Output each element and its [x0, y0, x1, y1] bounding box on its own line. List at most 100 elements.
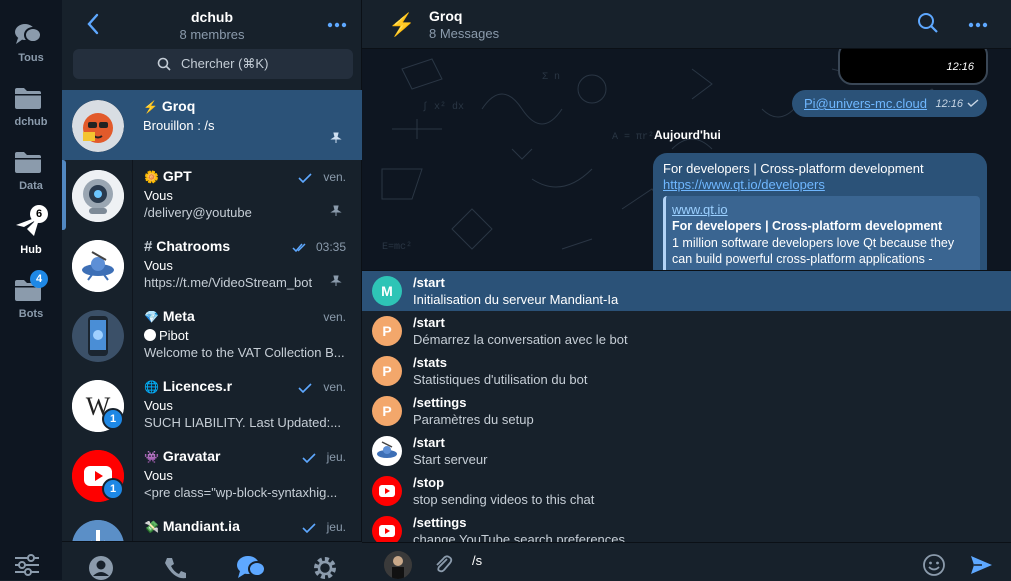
chat-name: ⚡ Groq	[143, 98, 196, 114]
preview-site[interactable]: www.qt.io	[672, 202, 728, 217]
command-name: /settings	[413, 515, 467, 530]
member-count: 8 membres	[179, 27, 245, 42]
folder-hub[interactable]: 6 Hub	[0, 205, 62, 274]
folder-data[interactable]: Data	[0, 146, 62, 210]
command-item[interactable]: M /start Initialisation du serveur Mandi…	[362, 271, 1011, 311]
message-time: 12:16	[946, 61, 974, 73]
sliders-icon[interactable]	[14, 552, 40, 578]
avatar: P	[372, 356, 402, 386]
folder-tous[interactable]: Tous	[0, 18, 62, 82]
read-check-icon	[302, 453, 316, 463]
chat-sender: Vous	[144, 258, 173, 273]
command-item[interactable]: /settings change YouTube search preferen…	[362, 511, 1011, 543]
command-item[interactable]: /stop stop sending videos to this chat	[362, 471, 1011, 511]
command-name: /start	[413, 315, 445, 330]
command-description: stop sending videos to this chat	[413, 492, 595, 507]
svg-text:Σ n: Σ n	[542, 72, 560, 83]
chat-time: jeu.	[326, 450, 346, 464]
chat-sender: Vous	[144, 398, 173, 413]
folder-bots[interactable]: 4 Bots	[0, 270, 62, 338]
command-description: Paramètres du setup	[413, 412, 534, 427]
avatar: M	[372, 276, 402, 306]
search-input[interactable]: Chercher (⌘K)	[73, 49, 353, 79]
chat-name: 🌼 GPT	[144, 168, 192, 184]
folder-dchub[interactable]: dchub	[0, 82, 62, 146]
avatar: P	[372, 396, 402, 426]
folder-indicator	[62, 160, 66, 230]
chat-sender: Pibot	[144, 328, 189, 343]
folder-icon	[15, 152, 41, 173]
read-check-icon	[967, 99, 979, 107]
link-message-bubble[interactable]: For developers | Cross-platform developm…	[653, 153, 987, 270]
search-icon[interactable]	[917, 12, 939, 34]
url-link[interactable]: https://www.qt.io/developers	[663, 177, 825, 192]
avatar	[372, 516, 402, 543]
pin-icon	[330, 205, 342, 216]
svg-text:E=mc²: E=mc²	[382, 242, 412, 253]
read-check-icon	[298, 173, 312, 183]
chat-item-groq[interactable]: ⚡ Groq Brouillon : /s	[62, 90, 362, 160]
chat-item-gpt[interactable]: 🌼 GPT ven. Vous /delivery@youtube	[62, 160, 362, 230]
chat-item-licences[interactable]: W 1 🌐 Licences.r ven. Vous SUCH LIABILIT…	[62, 370, 362, 440]
chat-title[interactable]: Groq	[429, 8, 462, 24]
unread-badge: 4	[30, 270, 48, 288]
pin-icon	[330, 275, 342, 286]
folder-rail: Tous dchub Data 6 Hub 4 Bots	[0, 0, 62, 580]
chat-preview: Welcome to the VAT Collection B...	[144, 345, 345, 360]
command-name: /stop	[413, 475, 445, 490]
message-input[interactable]: /s	[472, 553, 482, 568]
folder-icon	[15, 88, 41, 109]
unread-badge: 1	[102, 478, 124, 500]
phone-icon[interactable]	[162, 555, 188, 581]
send-as-avatar[interactable]	[384, 551, 412, 579]
person-icon[interactable]	[88, 555, 114, 581]
send-icon[interactable]	[969, 553, 993, 577]
command-item[interactable]: P /stats Statistiques d'utilisation du b…	[362, 351, 1011, 391]
command-item[interactable]: P /start Démarrez la conversation avec l…	[362, 311, 1011, 351]
preview-description: 1 million software developers love Qt be…	[672, 236, 955, 266]
chat-name: 🌐 Licences.r	[144, 378, 233, 394]
link-preview-card[interactable]: www.qt.io For developers | Cross-platfor…	[663, 196, 980, 270]
command-description: Start serveur	[413, 452, 488, 467]
folder-label: Hub	[20, 244, 42, 256]
command-name: /start	[413, 275, 445, 290]
chat-item-chatrooms[interactable]: # Chatrooms 03:35 Vous https://t.me/Vide…	[62, 230, 362, 300]
more-icon[interactable]	[967, 14, 989, 36]
message-link-bubble[interactable]: Pi@univers-mc.cloud 12:16	[792, 90, 987, 117]
command-description: Démarrez la conversation avec le bot	[413, 332, 628, 347]
email-link[interactable]: Pi@univers-mc.cloud	[804, 96, 927, 111]
more-icon[interactable]	[326, 14, 348, 36]
chat-area: ⚡ Groq 8 Messages ∫ x² dx A = πr² Σ n E=mc…	[362, 0, 1011, 581]
chat-item-mandiant[interactable]: 💸 Mandiant.ia jeu.	[62, 510, 362, 541]
chat-header-emoji: ⚡	[388, 12, 416, 37]
chat-item-gravatar[interactable]: 1 👾 Gravatar jeu. Vous <pre class="wp-bl…	[62, 440, 362, 510]
chat-draft: Brouillon : /s	[143, 118, 215, 133]
avatar	[72, 240, 124, 292]
folder-label: Data	[19, 180, 43, 192]
command-description: Initialisation du serveur Mandiant-Ia	[413, 292, 619, 307]
video-message[interactable]: 12:16	[838, 49, 988, 85]
settings-icon[interactable]	[312, 555, 338, 581]
date-separator: Aujourd'hui	[654, 128, 721, 142]
read-check-icon	[302, 523, 316, 533]
message-count: 8 Messages	[429, 26, 500, 41]
command-name: /settings	[413, 395, 467, 410]
paperclip-icon[interactable]	[432, 553, 454, 575]
command-name: /stats	[413, 355, 447, 370]
avatar	[72, 310, 124, 362]
unread-badge: 1	[102, 408, 124, 430]
emoji-icon[interactable]	[922, 553, 946, 577]
chat-time: ven.	[323, 380, 346, 394]
double-check-icon	[292, 243, 306, 253]
pin-icon	[330, 132, 342, 143]
avatar	[72, 520, 124, 541]
chat-name: 💸 Mandiant.ia	[144, 518, 240, 534]
command-item[interactable]: /start Start serveur	[362, 431, 1011, 471]
chat-sender: Vous	[144, 188, 173, 203]
command-item[interactable]: P /settings Paramètres du setup	[362, 391, 1011, 431]
chat-item-meta[interactable]: 💎 Meta ven. Pibot Welcome to the VAT Col…	[62, 300, 362, 370]
chat-time: ven.	[323, 170, 346, 184]
chat-time: jeu.	[326, 520, 346, 534]
chats-icon[interactable]	[236, 554, 266, 580]
folder-label: Bots	[18, 308, 44, 320]
